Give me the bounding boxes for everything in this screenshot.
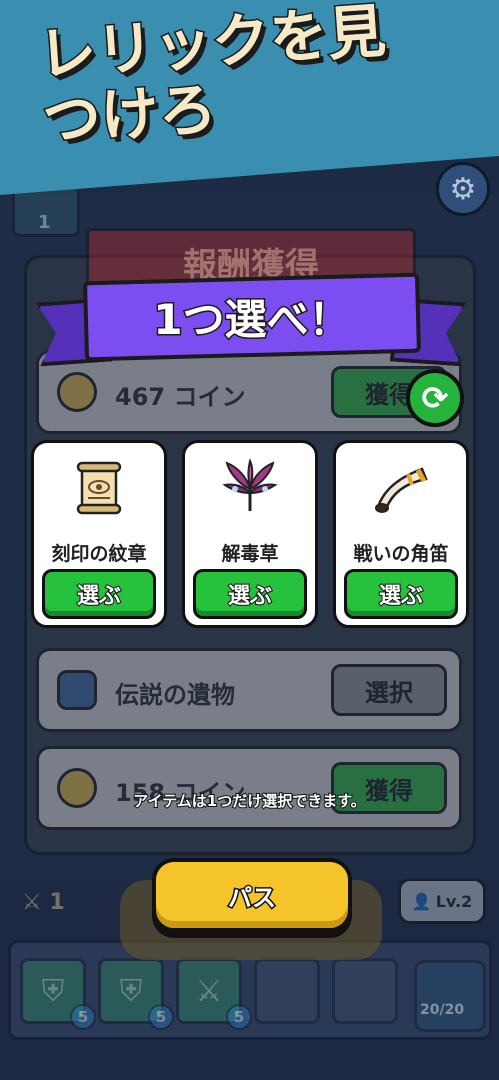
user-icon: 👤 bbox=[411, 891, 432, 911]
skill-count: 5 bbox=[148, 1004, 174, 1030]
sword-plus-icon: ⚔ bbox=[195, 973, 223, 1009]
relic-card[interactable]: 戦いの角笛 選ぶ bbox=[333, 440, 469, 628]
choose-button[interactable]: 選ぶ bbox=[344, 569, 458, 619]
relic-card[interactable]: 刻印の紋章 選ぶ bbox=[31, 440, 167, 628]
reward-row: 伝説の遺物 選択 bbox=[36, 648, 462, 732]
shield-plus-icon: ⛨ bbox=[119, 973, 143, 1009]
reward-row: 467 コイン 獲得 bbox=[36, 350, 462, 434]
reward-row-label: 467 コイン bbox=[115, 383, 246, 411]
relic-card[interactable]: 解毒草 選ぶ bbox=[182, 440, 318, 628]
choose-button[interactable]: 選ぶ bbox=[193, 569, 307, 619]
vase-icon bbox=[57, 670, 97, 710]
reward-row: 158 コイン 獲得 bbox=[36, 746, 462, 830]
skill-count: 5 bbox=[70, 1004, 96, 1030]
select-button: 選択 bbox=[331, 664, 447, 716]
scroll-icon bbox=[34, 457, 164, 519]
chest-slot bbox=[414, 960, 486, 1032]
selection-hint: アイテムは1つだけ選択できます。 bbox=[132, 791, 366, 811]
sword-count-value: 1 bbox=[49, 890, 65, 915]
refresh-icon: ⟳ bbox=[421, 379, 449, 417]
sword-count: ⚔ 1 bbox=[22, 890, 65, 915]
card-name: 刻印の紋章 bbox=[51, 543, 147, 565]
coin-icon bbox=[57, 372, 97, 412]
refresh-button[interactable]: ⟳ bbox=[406, 369, 464, 427]
locked-slot bbox=[254, 958, 320, 1024]
reward-row-label: 伝説の遺物 bbox=[115, 681, 235, 709]
level-value: Lv.2 bbox=[435, 891, 473, 911]
level-badge: 👤 Lv.2 bbox=[398, 878, 486, 924]
choose-title: 1つ選べ！ bbox=[152, 294, 352, 346]
choose-button[interactable]: 選ぶ bbox=[42, 569, 156, 619]
pass-button[interactable]: パス bbox=[152, 858, 352, 932]
banner-title: レリックを見つけろ bbox=[34, 0, 389, 156]
card-name: 戦いの角笛 bbox=[353, 543, 449, 565]
settings-button[interactable]: ⚙ bbox=[436, 162, 490, 216]
gear-icon: ⚙ bbox=[449, 171, 477, 207]
top-slot-count: 1 bbox=[38, 212, 51, 233]
horn-icon bbox=[336, 457, 466, 519]
shield-plus-icon: ⛨ bbox=[41, 973, 65, 1009]
card-name: 解毒草 bbox=[221, 543, 279, 565]
locked-slot bbox=[332, 958, 398, 1024]
chest-count: 20/20 bbox=[420, 1002, 465, 1018]
herb-icon bbox=[185, 457, 315, 519]
skill-count: 5 bbox=[226, 1004, 252, 1030]
